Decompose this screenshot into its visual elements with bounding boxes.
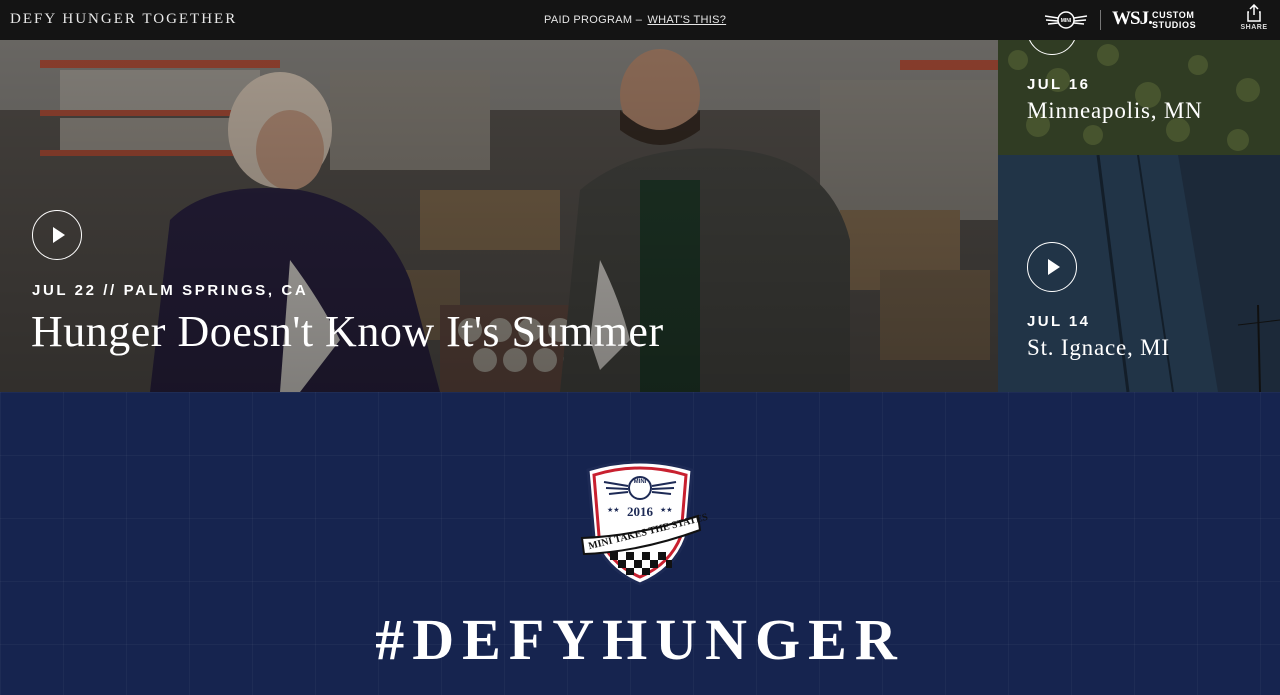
share-icon [1247, 4, 1261, 22]
play-icon [53, 227, 65, 243]
badge-mini-text: MINI [633, 479, 647, 485]
custom-studios-label: CUSTOM STUDIOS [1152, 10, 1196, 30]
top-bar: DEFY HUNGER TOGETHER PAID PROGRAM – WHAT… [0, 0, 1280, 40]
video-card-minneapolis[interactable]: JUL 16 Minneapolis, MN [998, 40, 1280, 155]
hero-play-button[interactable] [32, 210, 82, 260]
paid-program-label: PAID PROGRAM – [544, 14, 643, 26]
badge-stars-right: ★★ [660, 507, 673, 514]
play-icon [1048, 259, 1060, 275]
card-play-button[interactable] [1027, 242, 1077, 292]
card-location[interactable]: Minneapolis, MN [1027, 98, 1203, 124]
site-title[interactable]: DEFY HUNGER TOGETHER [10, 11, 237, 28]
whats-this-link[interactable]: WHAT'S THIS? [647, 14, 726, 26]
badge-year: 2016 [627, 504, 653, 519]
custom-studios-line1: CUSTOM [1152, 10, 1195, 20]
custom-studios-line2: STUDIOS [1152, 20, 1197, 30]
mini-wings-logo[interactable]: MINI [1043, 10, 1089, 30]
video-card-st-ignace[interactable]: JUL 14 St. Ignace, MI [998, 155, 1280, 392]
card-location[interactable]: St. Ignace, MI [1027, 335, 1170, 361]
hero-video-card[interactable]: JUL 22 // PALM SPRINGS, CA Hunger Doesn'… [0, 40, 998, 392]
header-divider [1100, 10, 1101, 30]
paid-program-notice: PAID PROGRAM – WHAT'S THIS? [544, 14, 726, 26]
card-date: JUL 16 [1027, 76, 1091, 93]
hero-date-location: JUL 22 // PALM SPRINGS, CA [32, 282, 309, 299]
card-date: JUL 14 [1027, 313, 1091, 330]
badge-stars-left: ★★ [607, 507, 620, 514]
hero-title[interactable]: Hunger Doesn't Know It's Summer [31, 306, 664, 357]
defy-hunger-banner: MINI ★★ 2016 ★★ MINI TAKES THE STATES #D… [0, 392, 1280, 695]
share-label: SHARE [1240, 24, 1268, 31]
share-button[interactable]: SHARE [1238, 4, 1270, 36]
mini-logo-text: MINI [1061, 18, 1072, 24]
hashtag-heading: #DEFYHUNGER [375, 607, 905, 672]
wsj-logo[interactable]: WSJ. [1112, 8, 1153, 30]
